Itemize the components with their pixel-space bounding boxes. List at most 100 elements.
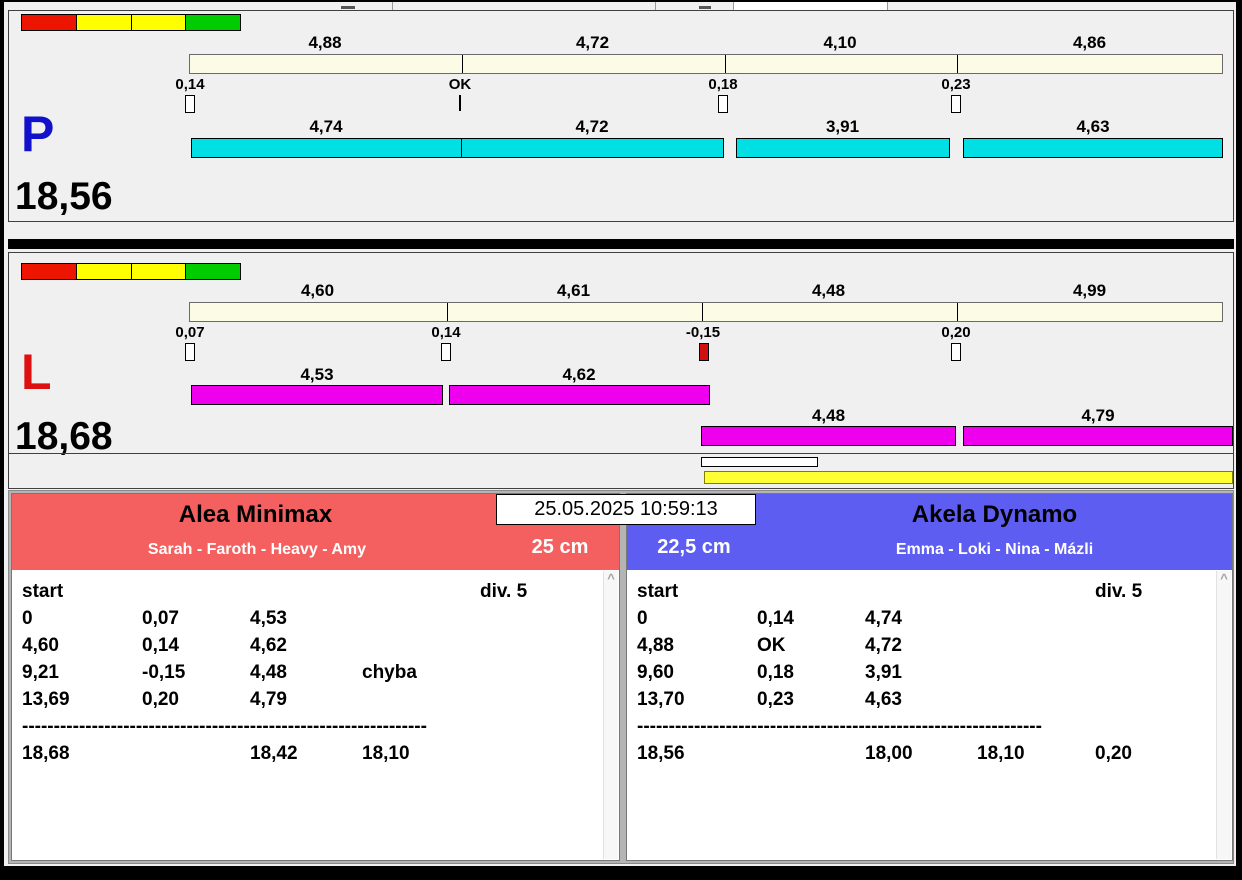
scale-tick xyxy=(957,55,958,73)
aux-bar-yellow xyxy=(704,471,1233,484)
split-value-label: 3,91 xyxy=(825,117,860,136)
result-cell: 13,70 xyxy=(637,689,685,710)
separator-line: ----------------------------------------… xyxy=(22,716,427,737)
separator-line: ----------------------------------------… xyxy=(637,716,1042,737)
result-cell xyxy=(362,686,480,713)
result-cell: 4,79 xyxy=(250,689,287,710)
reaction-marker-box xyxy=(185,343,195,361)
result-cell: 4,72 xyxy=(865,635,902,656)
reaction-value-label: 0,20 xyxy=(941,324,971,341)
reaction-value-label: 0,23 xyxy=(941,76,971,93)
scale-value-label: 4,88 xyxy=(308,33,342,52)
table-header-row: start div. 5 xyxy=(637,578,1232,605)
results-table: start div. 5 0 0,14 4,74 4,88 OK 4,72 9,… xyxy=(627,570,1232,860)
time-scale-bar xyxy=(189,302,1223,322)
split-bar-segment xyxy=(963,426,1233,446)
result-row: 13,70 0,23 4,63 xyxy=(637,686,1232,713)
split-bar-segment xyxy=(963,138,1223,158)
result-cell xyxy=(362,605,480,632)
reaction-marker-box xyxy=(185,95,195,113)
result-cell: chyba xyxy=(362,662,417,683)
split-bar-segment xyxy=(191,138,462,158)
indicator-segment-yellow xyxy=(76,264,132,279)
result-cell: 0,14 xyxy=(142,635,179,656)
results-area: Alea Minimax Sarah - Faroth - Heavy - Am… xyxy=(8,490,1234,864)
result-row: 9,60 0,18 3,91 xyxy=(637,659,1232,686)
result-cell: 0,20 xyxy=(142,689,179,710)
diff-cell: 0,20 xyxy=(1095,743,1132,764)
scale-value-label: 4,86 xyxy=(1072,33,1107,52)
result-cell: OK xyxy=(757,635,786,656)
frame-edge xyxy=(0,0,1242,2)
jump-height: 22,5 cm xyxy=(657,536,731,558)
reaction-marker-fault xyxy=(699,343,709,361)
result-cell: 4,48 xyxy=(250,662,287,683)
team-members: Sarah - Faroth - Heavy - Amy xyxy=(147,541,367,558)
result-cell: 0,23 xyxy=(757,689,794,710)
result-cell: 0,07 xyxy=(142,608,179,629)
scroll-up-icon[interactable]: ^ xyxy=(604,571,618,587)
scrollbar[interactable]: ^ xyxy=(1216,571,1231,859)
start-label: start xyxy=(22,581,64,602)
scale-value-label: 4,60 xyxy=(300,281,335,300)
result-cell: 4,74 xyxy=(865,608,902,629)
reaction-marker-tick xyxy=(459,95,461,111)
team-name: Alea Minimax xyxy=(178,501,333,528)
result-cell: 4,62 xyxy=(250,635,287,656)
lane-divider xyxy=(8,239,1234,249)
frame-edge xyxy=(0,866,1242,880)
indicator-segment-yellow xyxy=(76,15,132,30)
frame-edge xyxy=(0,0,4,880)
result-cell: 4,53 xyxy=(250,608,287,629)
clean-time-cell: 18,42 xyxy=(250,743,298,764)
lane-l-section: 4,60 4,61 4,48 4,99 0,07 0,14 -0,15 0,20… xyxy=(8,252,1234,489)
best-time-cell: 18,10 xyxy=(977,743,1025,764)
split-bar-segment xyxy=(449,385,710,405)
split-bar-segment xyxy=(736,138,950,158)
best-time-cell: 18,10 xyxy=(362,743,410,764)
scale-value-label: 4,72 xyxy=(575,33,610,52)
split-value-label: 4,63 xyxy=(1076,117,1110,136)
scale-value-label: 4,99 xyxy=(1072,281,1107,300)
result-cell xyxy=(977,605,1095,632)
division-label: div. 5 xyxy=(480,581,528,602)
lane-letter: P xyxy=(21,106,55,162)
time-scale-bar xyxy=(189,54,1223,74)
reaction-marker-box xyxy=(951,343,961,361)
result-cell: 9,60 xyxy=(637,662,674,683)
result-cell xyxy=(977,686,1095,713)
section-divider-line xyxy=(9,453,1233,454)
reaction-marker-box xyxy=(718,95,728,113)
scale-value-label: 4,61 xyxy=(556,281,591,300)
totals-row: 18,56 18,00 18,10 0,20 xyxy=(637,740,1232,767)
aux-bar-white xyxy=(701,457,818,467)
result-cell: 4,88 xyxy=(637,635,674,656)
lane-total-time: 18,56 xyxy=(15,175,113,218)
scale-value-label: 4,48 xyxy=(811,281,846,300)
scroll-up-icon[interactable]: ^ xyxy=(1217,571,1231,587)
result-cell: 3,91 xyxy=(865,662,902,683)
reaction-value-label: 0,14 xyxy=(431,324,461,341)
result-cell: 0 xyxy=(22,608,33,629)
cropped-tab[interactable] xyxy=(733,2,888,10)
split-value-label: 4,74 xyxy=(309,117,343,136)
split-value-label: 4,62 xyxy=(562,365,596,384)
jump-height: 25 cm xyxy=(531,536,589,558)
split-value-label: 4,72 xyxy=(575,117,609,136)
result-cell: 0,14 xyxy=(757,608,794,629)
timing-app-screen: 4,88 4,72 4,10 4,86 0,14 OK 0,18 0,23 4,… xyxy=(0,0,1242,880)
diff-cell xyxy=(480,740,619,767)
reaction-value-label: OK xyxy=(448,76,472,93)
status-indicator-bar xyxy=(21,263,241,280)
result-row: 4,60 0,14 4,62 xyxy=(22,632,619,659)
separator-row: ----------------------------------------… xyxy=(637,713,1232,740)
result-cell: -0,15 xyxy=(142,662,186,683)
team-panel-right: 22,5 cm Akela Dynamo Emma - Loki - Nina … xyxy=(626,493,1233,861)
result-row: 0 0,14 4,74 xyxy=(637,605,1232,632)
scale-tick xyxy=(725,55,726,73)
indicator-segment-green xyxy=(186,15,240,30)
scrollbar[interactable]: ^ xyxy=(603,571,618,859)
cropped-menu-text xyxy=(699,6,711,9)
result-row: 4,88 OK 4,72 xyxy=(637,632,1232,659)
division-label: div. 5 xyxy=(1095,581,1143,602)
